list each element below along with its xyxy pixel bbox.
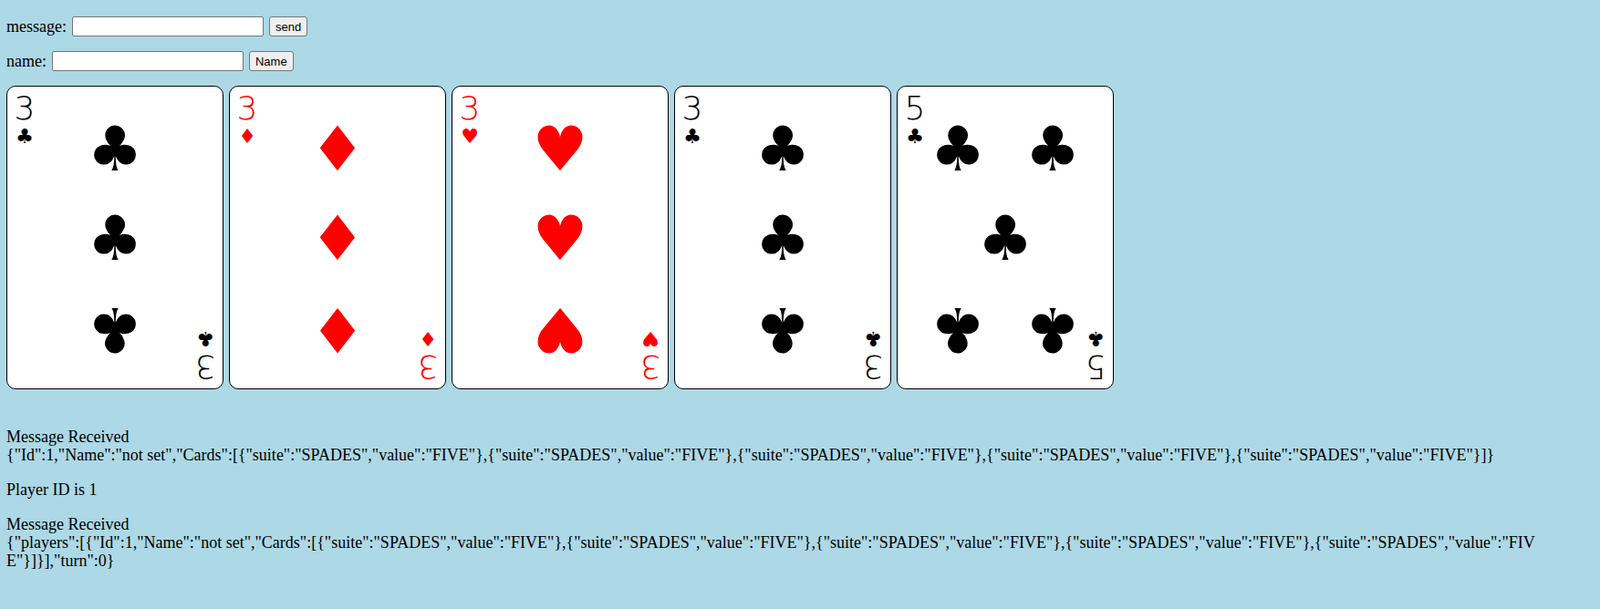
message-label: message: <box>6 17 67 37</box>
log-heading: Message Received <box>6 427 129 447</box>
suit-pip-icon: ♦ <box>313 194 362 284</box>
card-pips: ♣♣♣ <box>38 92 192 384</box>
log-body: {"Id":1,"Name":"not set","Cards":[{"suit… <box>6 446 1495 465</box>
card-rank: 5 <box>1085 350 1107 384</box>
card-suit: ♣ <box>196 328 215 349</box>
card-rank: 5 <box>904 92 926 125</box>
playing-card[interactable]: 3♣♣♣♣3♣ <box>674 85 892 390</box>
suit-pip-icon: ♣ <box>1028 104 1077 195</box>
card-rank: 3 <box>640 350 662 384</box>
suit-pip-icon: ♦ <box>313 284 362 375</box>
card-corner: 3♣ <box>678 92 707 147</box>
card-suit: ♣ <box>863 328 883 349</box>
playing-card[interactable]: 3♥♥♥♥3♥ <box>451 85 669 390</box>
card-rank: 3 <box>682 92 704 125</box>
card-pips: ♦♦♦ <box>260 92 415 384</box>
card-corner: 3♣ <box>10 92 39 147</box>
suit-pip-icon: ♣ <box>981 194 1029 284</box>
card-corner: 3♥ <box>636 328 665 384</box>
card-hand: 3♣♣♣♣3♣3♦♦♦♦3♦3♥♥♥♥3♥3♣♣♣♣3♣5♣♣♣♣♣♣5♣ <box>6 85 1594 390</box>
card-suit: ♣ <box>905 126 925 147</box>
log-entry: Player ID is 1 <box>6 480 1594 499</box>
message-row: message: send <box>6 16 1594 37</box>
card-rank: 3 <box>862 350 884 384</box>
name-button[interactable]: Name <box>249 51 294 72</box>
card-suit: ♣ <box>683 126 702 147</box>
suit-pip-icon: ♥ <box>536 194 584 284</box>
log-entry: Message Received{"players":[{"Id":1,"Nam… <box>6 515 1594 571</box>
suit-pip-icon: ♣ <box>91 284 139 375</box>
card-corner: 5♣ <box>1081 328 1110 384</box>
card-corner: 3♣ <box>859 328 887 384</box>
name-row: name: Name <box>6 51 1594 72</box>
card-rank: 3 <box>417 350 439 384</box>
card-pips: ♣♣♣ <box>706 92 860 384</box>
card-corner: 3♥ <box>456 92 484 147</box>
suit-pip-icon: ♣ <box>758 104 807 195</box>
card-suit: ♦ <box>238 126 257 147</box>
suit-pip-icon: ♣ <box>91 104 139 195</box>
name-label: name: <box>6 51 47 72</box>
suit-pip-icon: ♣ <box>758 194 807 284</box>
suit-pip-icon: ♥ <box>536 104 584 195</box>
log-heading: Message Received <box>6 515 129 534</box>
suit-pip-icon: ♣ <box>934 284 982 375</box>
log-entry: Message Received{"Id":1,"Name":"not set"… <box>6 427 1594 465</box>
suit-pip-icon: ♣ <box>1028 284 1077 375</box>
card-suit: ♦ <box>418 328 437 349</box>
message-button[interactable]: send <box>269 16 308 37</box>
playing-card[interactable]: 3♣♣♣♣3♣ <box>6 85 224 390</box>
playing-card[interactable]: 5♣♣♣♣♣♣5♣ <box>896 85 1114 390</box>
message-input[interactable] <box>72 16 264 37</box>
name-input[interactable] <box>51 51 244 72</box>
suit-pip-icon: ♣ <box>934 104 982 195</box>
card-rank: 3 <box>195 350 217 384</box>
card-suit: ♥ <box>460 126 479 147</box>
card-corner: 3♦ <box>414 328 442 384</box>
suit-pip-icon: ♣ <box>91 194 139 284</box>
card-pips: ♥♥♥ <box>483 92 637 384</box>
suit-pip-icon: ♥ <box>536 284 584 375</box>
card-corner: 3♣ <box>191 328 219 384</box>
card-corner: 5♣ <box>901 92 929 147</box>
card-suit: ♥ <box>641 328 660 349</box>
card-corner: 3♦ <box>233 92 261 147</box>
card-pips: ♣♣♣♣♣ <box>928 92 1082 384</box>
card-suit: ♣ <box>1086 328 1105 349</box>
suit-pip-icon: ♣ <box>758 284 807 375</box>
card-rank: 3 <box>14 92 36 125</box>
message-log: Message Received{"Id":1,"Name":"not set"… <box>6 427 1594 571</box>
suit-pip-icon: ♦ <box>313 104 362 195</box>
card-suit: ♣ <box>15 126 34 147</box>
log-body: {"players":[{"Id":1,"Name":"not set","Ca… <box>6 533 1536 571</box>
card-rank: 3 <box>459 92 481 125</box>
card-rank: 3 <box>237 92 259 125</box>
log-text: Player ID is 1 <box>6 480 97 499</box>
playing-card[interactable]: 3♦♦♦♦3♦ <box>228 85 447 390</box>
